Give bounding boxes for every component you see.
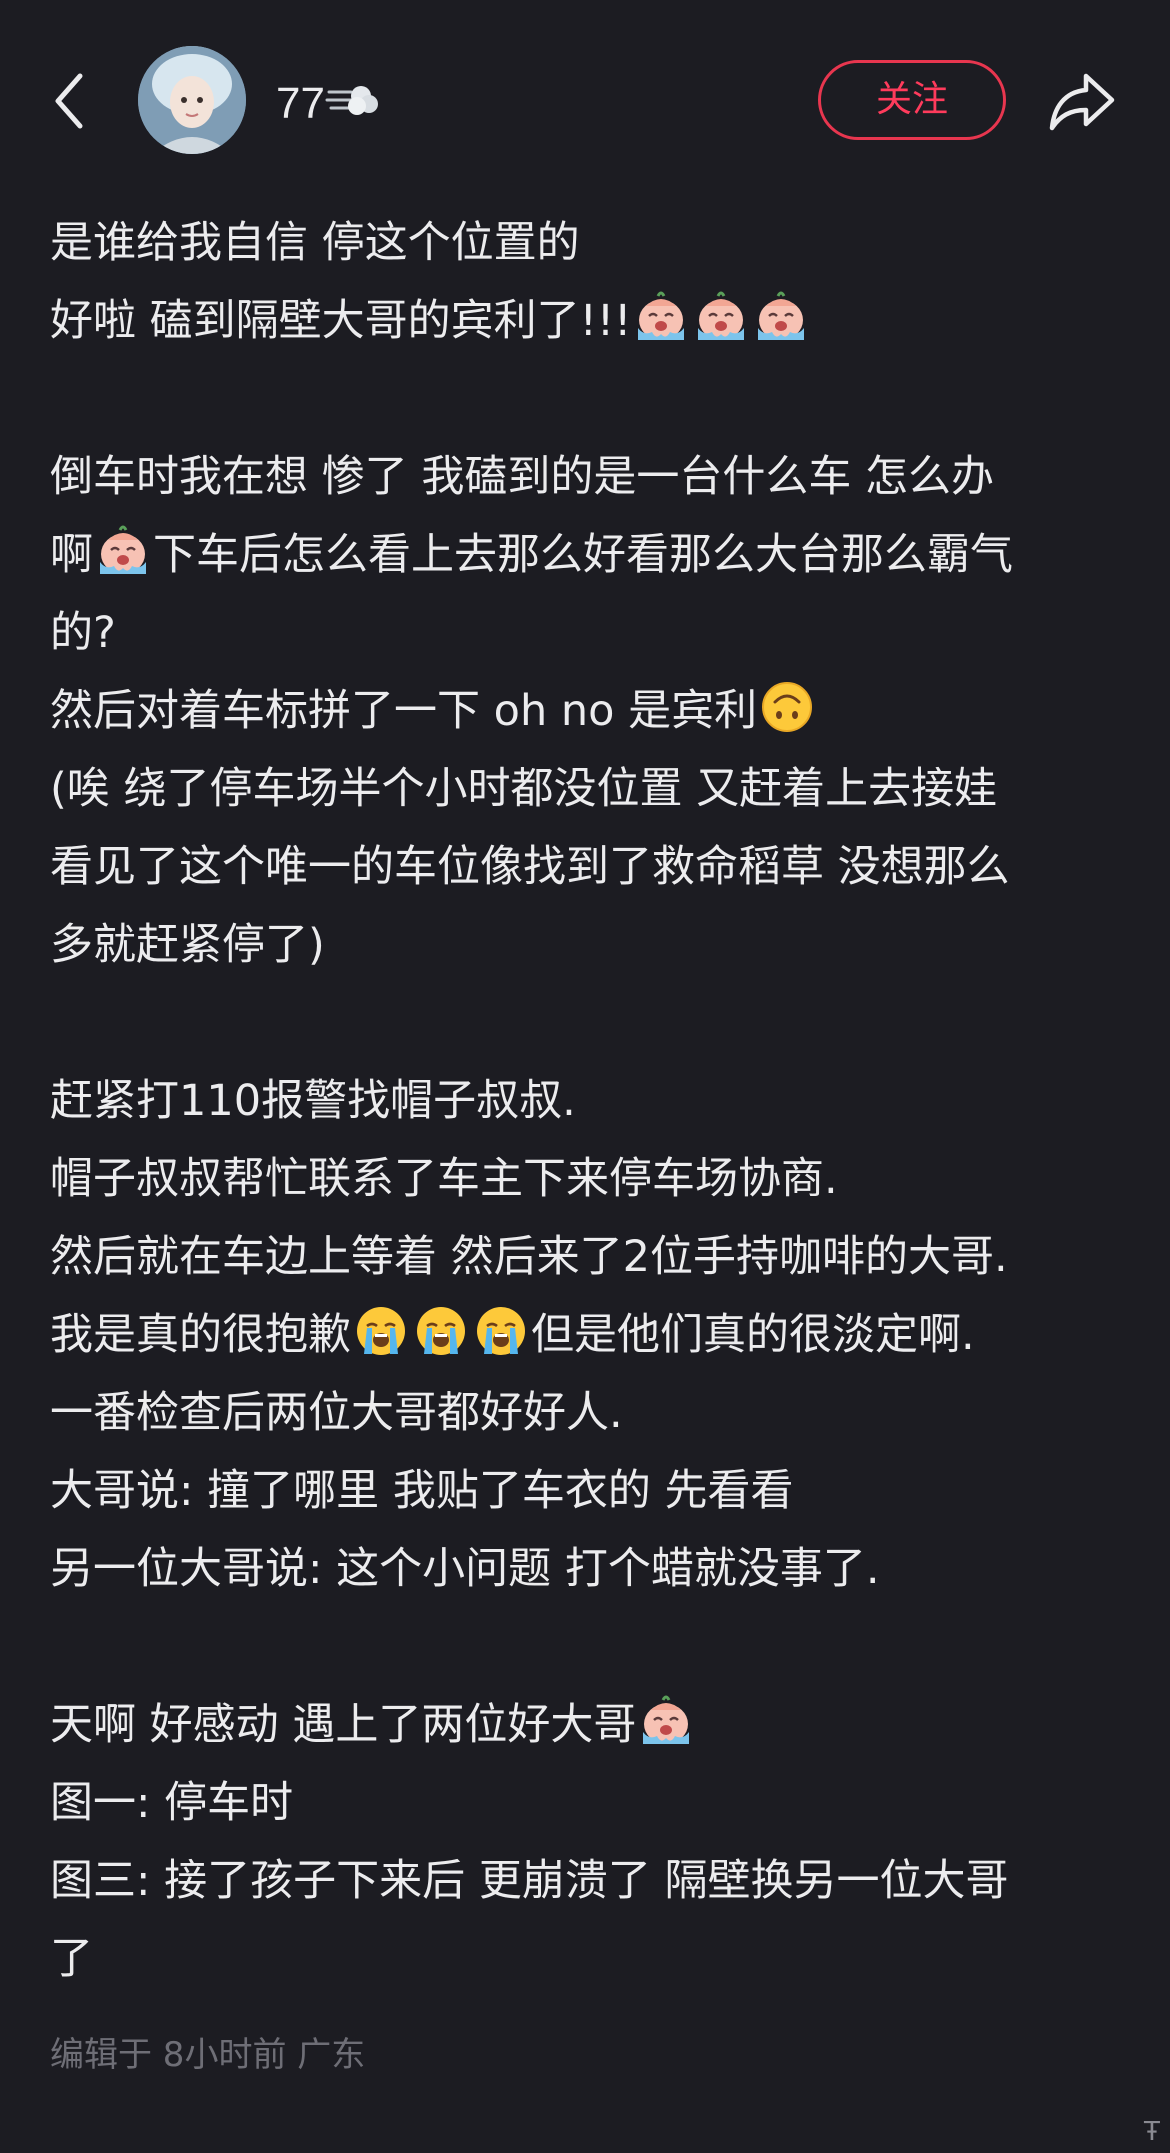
loudly-crying-emoji-icon bbox=[474, 1304, 528, 1358]
post-line: (唉 绕了停车场半个小时都没位置 又赶着上去接娃 bbox=[50, 750, 1140, 828]
post-line: 我是真的很抱歉 但是他们真的很淡定啊. bbox=[50, 1296, 1140, 1374]
upside-down-face-emoji-icon bbox=[760, 680, 814, 734]
post-line: 的? bbox=[50, 594, 1140, 672]
crying-baby-emoji-icon bbox=[639, 1694, 693, 1748]
post-line: 赶紧打110报警找帽子叔叔. bbox=[50, 1062, 1140, 1140]
crying-baby-emoji-icon bbox=[754, 290, 808, 344]
post-line-text: 好啦 磕到隔壁大哥的宾利了!!! bbox=[50, 296, 632, 346]
post-line: 另一位大哥说: 这个小问题 打个蜡就没事了. bbox=[50, 1530, 1140, 1608]
post-line-text: 的? bbox=[50, 608, 116, 658]
post-line: 天啊 好感动 遇上了两位好大哥 bbox=[50, 1686, 1140, 1764]
post-line: 看见了这个唯一的车位像找到了救命稻草 没想那么 bbox=[50, 828, 1140, 906]
post-line: 好啦 磕到隔壁大哥的宾利了!!! bbox=[50, 282, 1140, 360]
avatar-portrait-icon bbox=[138, 46, 246, 154]
crying-baby-emoji-icon bbox=[694, 290, 748, 344]
post-line-text: 看见了这个唯一的车位像找到了救命稻草 没想那么 bbox=[50, 842, 1010, 892]
post-line: 倒车时我在想 惨了 我磕到的是一台什么车 怎么办 bbox=[50, 438, 1140, 516]
post-header: 77 关注 bbox=[0, 40, 1170, 162]
post-line-text: 图三: 接了孩子下来后 更崩溃了 隔壁换另一位大哥 bbox=[50, 1856, 1009, 1906]
post-line-text-tail: 下车后怎么看上去那么好看那么大台那么霸气 bbox=[153, 530, 1013, 580]
avatar[interactable] bbox=[138, 46, 246, 154]
post-line-text: 天啊 好感动 遇上了两位好大哥 bbox=[50, 1700, 637, 1750]
post-line-text: 是谁给我自信 停这个位置的 bbox=[50, 218, 580, 268]
post-line: 然后就在车边上等着 然后来了2位手持咖啡的大哥. bbox=[50, 1218, 1140, 1296]
post-line: 图一: 停车时 bbox=[50, 1764, 1140, 1842]
post-line-text: 倒车时我在想 惨了 我磕到的是一台什么车 怎么办 bbox=[50, 452, 995, 502]
corner-mark: Ŧ bbox=[1144, 2117, 1160, 2147]
post-line: 然后对着车标拼了一下 oh no 是宾利 bbox=[50, 672, 1140, 750]
crying-baby-emoji-icon bbox=[96, 524, 150, 578]
post-line-text: 一番检查后两位大哥都好好人. bbox=[50, 1388, 623, 1438]
post-line-text: 多就赶紧停了) bbox=[50, 920, 325, 970]
post-line: 帽子叔叔帮忙联系了车主下来停车场协商. bbox=[50, 1140, 1140, 1218]
post-line: 多就赶紧停了) bbox=[50, 906, 1140, 984]
post-line-text: 然后对着车标拼了一下 oh no 是宾利 bbox=[50, 686, 758, 736]
post-line-text: (唉 绕了停车场半个小时都没位置 又赶着上去接娃 bbox=[50, 764, 998, 814]
post-line-text: 赶紧打110报警找帽子叔叔. bbox=[50, 1076, 576, 1126]
post-line-text: 了 bbox=[50, 1934, 93, 1984]
loudly-crying-emoji-icon bbox=[354, 1304, 408, 1358]
chevron-left-icon bbox=[55, 73, 83, 129]
dash-cloud-emoji-icon bbox=[325, 86, 378, 115]
post-line: 啊 下车后怎么看上去那么好看那么大台那么霸气 bbox=[50, 516, 1140, 594]
post-line-text: 然后就在车边上等着 然后来了2位手持咖啡的大哥. bbox=[50, 1232, 1008, 1282]
crying-baby-emoji-icon bbox=[634, 290, 688, 344]
post-line-text: 我是真的很抱歉 bbox=[50, 1310, 351, 1360]
post-line-text: 啊 bbox=[50, 530, 93, 580]
post-line-text: 图一: 停车时 bbox=[50, 1778, 294, 1828]
share-button[interactable] bbox=[1046, 66, 1118, 138]
post-line: 是谁给我自信 停这个位置的 bbox=[50, 204, 1140, 282]
username-text: 77 bbox=[276, 79, 325, 128]
post-line-text: 大哥说: 撞了哪里 我贴了车衣的 先看看 bbox=[50, 1466, 794, 1516]
follow-button-label: 关注 bbox=[875, 79, 948, 120]
post-line-text-tail: 但是他们真的很淡定啊. bbox=[531, 1310, 975, 1360]
post-line: 一番检查后两位大哥都好好人. bbox=[50, 1374, 1140, 1452]
post-content: 是谁给我自信 停这个位置的好啦 磕到隔壁大哥的宾利了!!! 倒车时我在想 惨了 我… bbox=[50, 204, 1140, 1998]
username[interactable]: 77 bbox=[276, 76, 381, 130]
post-line bbox=[50, 1608, 1140, 1686]
post-line: 大哥说: 撞了哪里 我贴了车衣的 先看看 bbox=[50, 1452, 1140, 1530]
post-line: 图三: 接了孩子下来后 更崩溃了 隔壁换另一位大哥 bbox=[50, 1842, 1140, 1920]
post-line-text: 另一位大哥说: 这个小问题 打个蜡就没事了. bbox=[50, 1544, 880, 1594]
post-line: 了 bbox=[50, 1920, 1140, 1998]
follow-button[interactable]: 关注 bbox=[818, 60, 1006, 140]
share-arrow-icon bbox=[1049, 73, 1115, 131]
post-line bbox=[50, 984, 1140, 1062]
edit-meta: 编辑于 8小时前 广东 bbox=[50, 2035, 366, 2075]
back-button[interactable] bbox=[48, 70, 98, 132]
post-line-text: 帽子叔叔帮忙联系了车主下来停车场协商. bbox=[50, 1154, 838, 1204]
post-line bbox=[50, 360, 1140, 438]
loudly-crying-emoji-icon bbox=[414, 1304, 468, 1358]
